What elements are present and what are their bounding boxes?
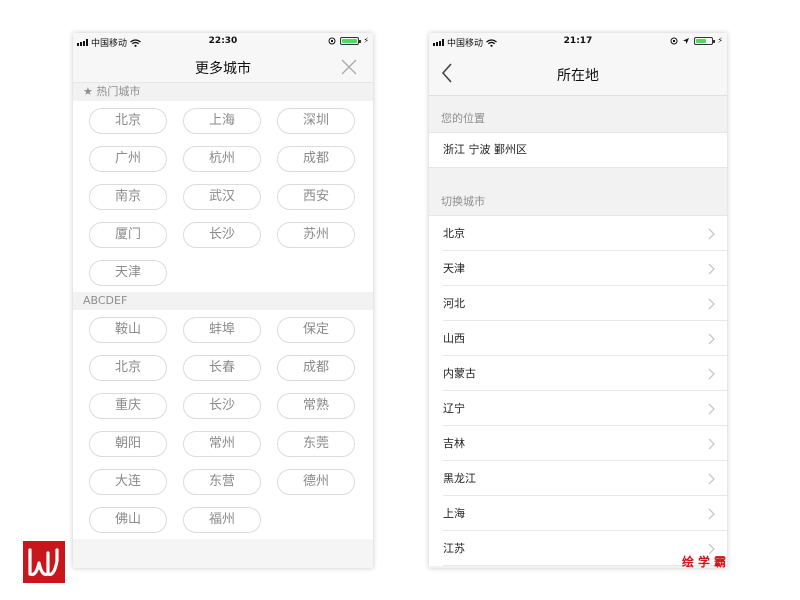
brand-logo-icon [23,541,65,583]
list-item-label: 江苏 [443,542,465,555]
hot-cities-grid: 北京 上海 深圳 广州 杭州 成都 南京 武汉 西安 厦门 长沙 苏州 天津 [73,101,373,292]
list-item[interactable]: 吉林 [429,426,727,461]
city-chip[interactable]: 东莞 [277,431,355,457]
list-item[interactable]: 上海 [429,496,727,531]
city-chip[interactable]: 保定 [277,317,355,343]
location-arrow-icon [683,37,690,44]
current-location[interactable]: 浙江 宁波 鄞州区 [429,132,727,168]
battery-icon [694,36,716,45]
city-chip[interactable]: 东营 [183,469,261,495]
more-cities-screen: 中国移动 22:30 ⚡ 更多城市 ★ 热门城市 北京 上海 深圳 广州 杭州 … [73,33,373,568]
city-chip[interactable]: 鞍山 [89,317,167,343]
city-chip[interactable]: 重庆 [89,393,167,419]
page-title: 所在地 [557,68,599,84]
city-chip[interactable]: 上海 [183,108,261,134]
city-chip[interactable]: 大连 [89,469,167,495]
status-bar-right: 中国移动 21:17 ⚡ [429,33,727,51]
city-chip[interactable]: 长春 [183,355,261,381]
status-bar-left: 中国移动 22:30 ⚡ [73,33,373,51]
city-chip[interactable]: 常州 [183,431,261,457]
list-item[interactable]: 河北 [429,286,727,321]
chevron-right-icon [708,333,715,345]
city-chip[interactable]: 广州 [89,146,167,172]
list-item-label: 吉林 [443,437,465,450]
list-item-label: 辽宁 [443,402,465,415]
list-item-label: 天津 [443,262,465,275]
nav-bar: 所在地 [429,51,727,96]
location-screen: 中国移动 21:17 ⚡ 所在地 您的位置 浙江 宁波 鄞州区 切换城市 北京 … [429,33,727,568]
city-chip[interactable]: 蚌埠 [183,317,261,343]
city-chip[interactable]: 长沙 [183,222,261,248]
city-chip[interactable]: 西安 [277,184,355,210]
chevron-right-icon [708,263,715,275]
city-chip[interactable]: 天津 [89,260,167,286]
alpha-section-header: ABCDEF [73,292,373,310]
city-chip[interactable]: 杭州 [183,146,261,172]
chevron-right-icon [708,438,715,450]
chevron-right-icon [708,508,715,520]
list-item[interactable]: 内蒙古 [429,356,727,391]
list-item-label: 山西 [443,332,465,345]
switch-city-header: 切换城市 [441,195,485,208]
page: 中国移动 22:30 ⚡ 更多城市 ★ 热门城市 北京 上海 深圳 广州 杭州 … [0,0,800,600]
chevron-right-icon [708,298,715,310]
location-header: 您的位置 [441,112,485,125]
city-chip[interactable]: 北京 [89,355,167,381]
list-item-label: 河北 [443,297,465,310]
city-chip[interactable]: 常熟 [277,393,355,419]
city-chip[interactable]: 长沙 [183,393,261,419]
list-item-label: 内蒙古 [443,367,476,380]
list-item-label: 上海 [443,507,465,520]
hot-cities-header: ★ 热门城市 [73,83,373,101]
city-list: 北京 天津 河北 山西 内蒙古 辽宁 吉林 黑龙江 上海 江苏 [429,215,727,566]
list-item[interactable]: 山西 [429,321,727,356]
city-chip[interactable]: 德州 [277,469,355,495]
nav-bar: 更多城市 [73,51,373,83]
city-chip[interactable]: 苏州 [277,222,355,248]
city-chip[interactable]: 南京 [89,184,167,210]
list-item[interactable]: 黑龙江 [429,461,727,496]
page-title: 更多城市 [195,61,251,77]
orientation-lock-icon [670,37,678,44]
close-icon[interactable] [339,57,359,77]
city-chip[interactable]: 成都 [277,355,355,381]
city-chip[interactable]: 北京 [89,108,167,134]
chevron-right-icon [708,228,715,240]
city-chip[interactable]: 朝阳 [89,431,167,457]
chevron-right-icon [708,368,715,380]
city-chip[interactable]: 成都 [277,146,355,172]
list-item-label: 北京 [443,227,465,240]
list-item-label: 黑龙江 [443,472,476,485]
orientation-lock-icon [328,37,336,44]
city-chip[interactable]: 厦门 [89,222,167,248]
city-chip[interactable]: 武汉 [183,184,261,210]
battery-icon [340,36,362,45]
city-chip[interactable]: 福州 [183,507,261,533]
chevron-right-icon [708,473,715,485]
watermark-text: 绘学霸 [681,555,730,569]
list-item[interactable]: 辽宁 [429,391,727,426]
list-item[interactable]: 天津 [429,251,727,286]
charging-icon: ⚡ [363,36,369,45]
city-chip[interactable]: 深圳 [277,108,355,134]
alpha-cities-grid: 鞍山 蚌埠 保定 北京 长春 成都 重庆 长沙 常熟 朝阳 常州 东莞 大连 东 [73,310,373,539]
city-chip[interactable]: 佛山 [89,507,167,533]
charging-icon: ⚡ [717,36,723,45]
chevron-right-icon [708,403,715,415]
list-item[interactable]: 北京 [429,216,727,251]
